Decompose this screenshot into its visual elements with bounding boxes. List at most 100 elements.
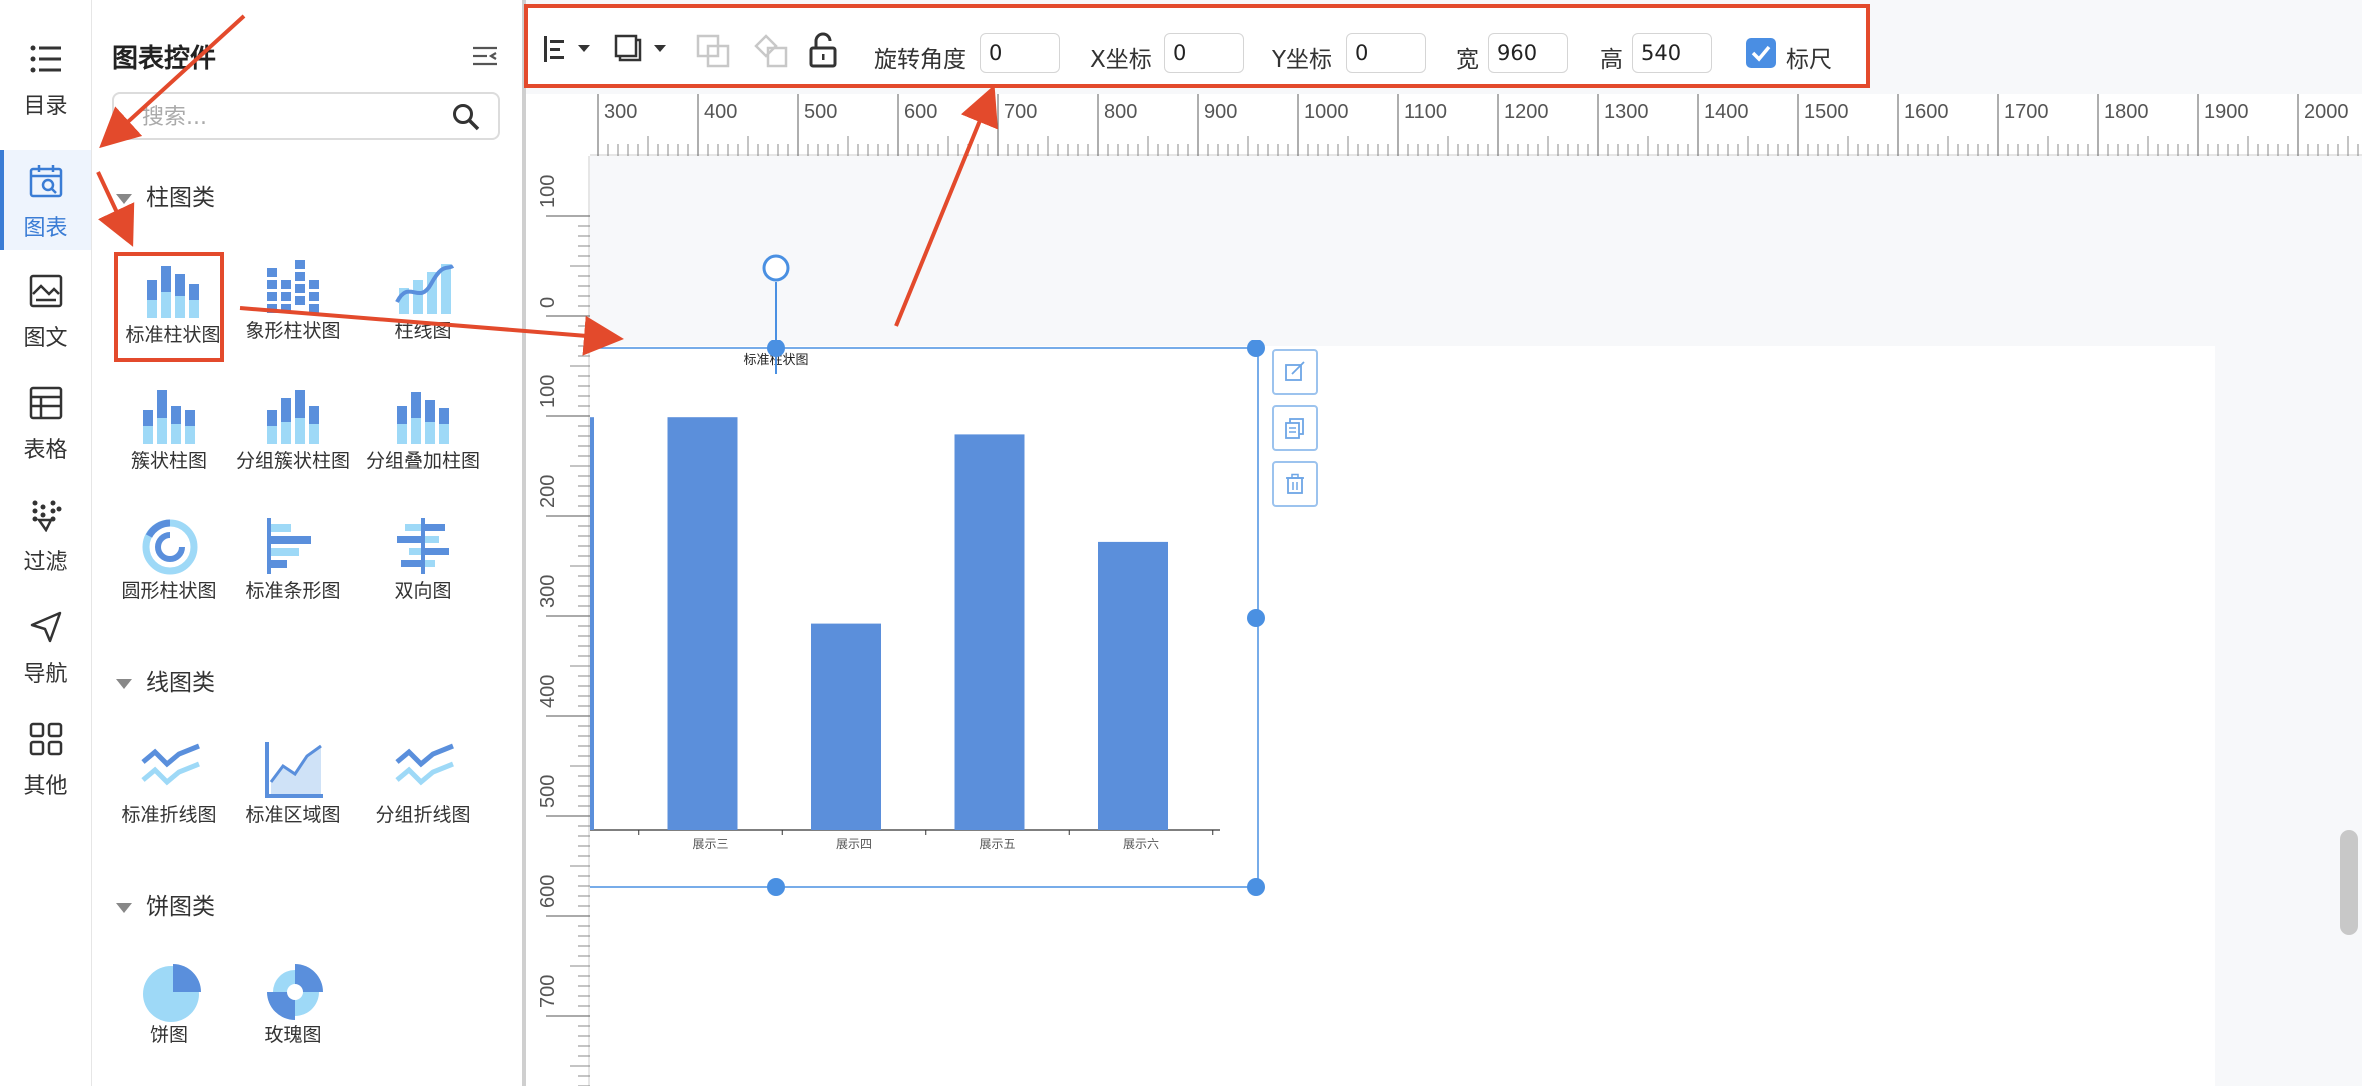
nav-item-other[interactable]: 其他 (0, 708, 91, 808)
edit-widget-button[interactable] (1272, 349, 1318, 395)
search-icon[interactable] (452, 103, 480, 131)
chart-bar (667, 417, 738, 830)
group-icon[interactable] (696, 34, 730, 68)
nav-item-image-text[interactable]: 图文 (0, 260, 91, 360)
nav-label: 过滤 (23, 550, 68, 575)
trash-icon (1286, 473, 1304, 494)
resize-handle-right (1247, 609, 1265, 627)
collapse-menu-icon[interactable] (472, 45, 498, 67)
edit-icon (1285, 361, 1305, 381)
vertical-scrollbar[interactable] (2340, 830, 2358, 935)
x-coordinate-label: X坐标 (1090, 47, 1152, 73)
bar-line-chart-icon (395, 264, 455, 314)
x-coordinate-input[interactable] (1164, 33, 1244, 73)
selected-chart-widget[interactable]: 标准柱状图展示三展示四展示五展示六 (590, 340, 1270, 900)
ruler-tick-label: 1100 (1404, 101, 1447, 123)
x-axis-tick-label: 展示六 (1123, 837, 1159, 851)
component-bar-line[interactable]: 柱线图 (368, 252, 478, 362)
component-pie[interactable]: 饼图 (114, 956, 224, 1066)
component-bidirectional[interactable]: 双向图 (368, 512, 478, 622)
ungroup-icon[interactable] (754, 34, 788, 68)
width-label: 宽 (1456, 47, 1479, 73)
list-icon (30, 45, 61, 73)
checkmark-icon (1751, 45, 1771, 62)
height-input[interactable] (1632, 33, 1712, 73)
component-standard-area[interactable]: 标准区域图 (238, 736, 348, 846)
expand-caret-icon (116, 902, 132, 913)
component-standard-line[interactable]: 标准折线图 (114, 736, 224, 846)
nav-item-filter[interactable]: 过滤 (0, 484, 91, 584)
component-standard-horizontal-bar[interactable]: 标准条形图 (238, 512, 348, 622)
circular-bar-chart-icon (142, 519, 198, 575)
vertical-ruler: 100 0 100 200 300 400 500 600 700 (526, 156, 590, 1086)
horizontal-ruler: 300 400 500 600 700 800 900 1000 1100 1200 1300 140… (590, 94, 2362, 156)
ruler-tick-label: 600 (904, 101, 937, 123)
ruler-tick-label: 1500 (1804, 101, 1849, 123)
component-circular-bar[interactable]: 圆形柱状图 (114, 512, 224, 622)
component-grouped-clustered-bar[interactable]: 分组簇状柱图 (236, 382, 350, 492)
expand-caret-icon (116, 678, 132, 689)
ruler-tick-label: 1200 (1504, 101, 1549, 123)
ruler-checkbox[interactable] (1746, 38, 1776, 68)
ruler-tick-label: 1700 (2004, 101, 2049, 123)
clustered-bar-chart-icon (143, 390, 195, 444)
ruler-tick-label: 100 (537, 175, 559, 208)
category-label: 柱图类 (146, 185, 215, 211)
navigation-icon (30, 611, 62, 643)
component-grouped-line[interactable]: 分组折线图 (368, 736, 478, 846)
component-clustered-bar[interactable]: 簇状柱图 (114, 382, 224, 492)
unlock-icon[interactable] (808, 32, 838, 68)
delete-widget-button[interactable] (1272, 461, 1318, 507)
component-grouped-stacked-bar[interactable]: 分组叠加柱图 (366, 382, 480, 492)
nav-label: 图表 (23, 216, 68, 241)
nav-label: 表格 (23, 438, 68, 463)
nav-item-table[interactable]: 表格 (0, 372, 91, 472)
width-input[interactable] (1488, 33, 1568, 73)
y-coordinate-input[interactable] (1346, 33, 1426, 73)
category-pie-charts[interactable]: 饼图类 (116, 887, 215, 921)
category-line-charts[interactable]: 线图类 (116, 663, 215, 697)
component-label: 双向图 (394, 580, 452, 602)
ruler-tick-label: 0 (537, 297, 559, 308)
component-standard-bar[interactable]: 标准柱状图 (114, 252, 224, 362)
expand-caret-icon (116, 193, 132, 204)
ruler-tick-label: 900 (1204, 101, 1237, 123)
ruler-tick-label: 1900 (2204, 101, 2249, 123)
resize-handle-top-right (1247, 340, 1265, 357)
rotation-input[interactable] (980, 33, 1060, 73)
category-label: 饼图类 (146, 894, 215, 920)
nav-item-catalog[interactable]: 目录 (0, 28, 91, 128)
component-rose[interactable]: 玫瑰图 (238, 956, 348, 1066)
nav-rail: 目录 图表 图文 表格 过滤 导航 其他 (0, 0, 92, 1086)
component-pictorial-bar[interactable]: 象形柱状图 (238, 252, 348, 362)
nav-label: 导航 (23, 662, 68, 687)
layer-order-icon[interactable] (614, 34, 668, 64)
ruler-tick-label: 2000 (2304, 101, 2349, 123)
align-left-icon[interactable] (542, 34, 592, 64)
ruler-tick-label: 1400 (1704, 101, 1749, 123)
bidirectional-chart-icon (397, 518, 449, 574)
nav-item-chart[interactable]: 图表 (0, 150, 91, 250)
rose-chart-icon (267, 964, 323, 1020)
rotation-label: 旋转角度 (874, 47, 966, 73)
nav-item-navigation[interactable]: 导航 (0, 596, 91, 696)
category-bar-charts[interactable]: 柱图类 (116, 178, 215, 212)
chart-bar (1098, 541, 1168, 830)
image-text-icon (29, 274, 63, 308)
grouped-stacked-bar-icon (397, 392, 449, 444)
resize-handle-bottom (767, 878, 785, 896)
copy-widget-button[interactable] (1272, 405, 1318, 451)
x-axis-tick-label: 展示三 (692, 837, 728, 851)
category-label: 线图类 (146, 670, 215, 696)
search-input[interactable] (140, 100, 434, 134)
line-chart-icon (141, 743, 200, 786)
component-label: 标准条形图 (245, 580, 341, 602)
panel-title: 图表控件 (112, 44, 217, 74)
ruler-tick-label: 300 (604, 101, 637, 123)
x-axis-tick-label: 展示四 (836, 837, 872, 851)
area-chart-icon (265, 742, 323, 798)
ruler-tick-label: 800 (1104, 101, 1137, 123)
property-toolbar: 旋转角度 X坐标 Y坐标 宽 高 标尺 (524, 4, 1870, 88)
ruler-corner (526, 94, 590, 156)
ruler-tick-label: 500 (537, 775, 559, 808)
